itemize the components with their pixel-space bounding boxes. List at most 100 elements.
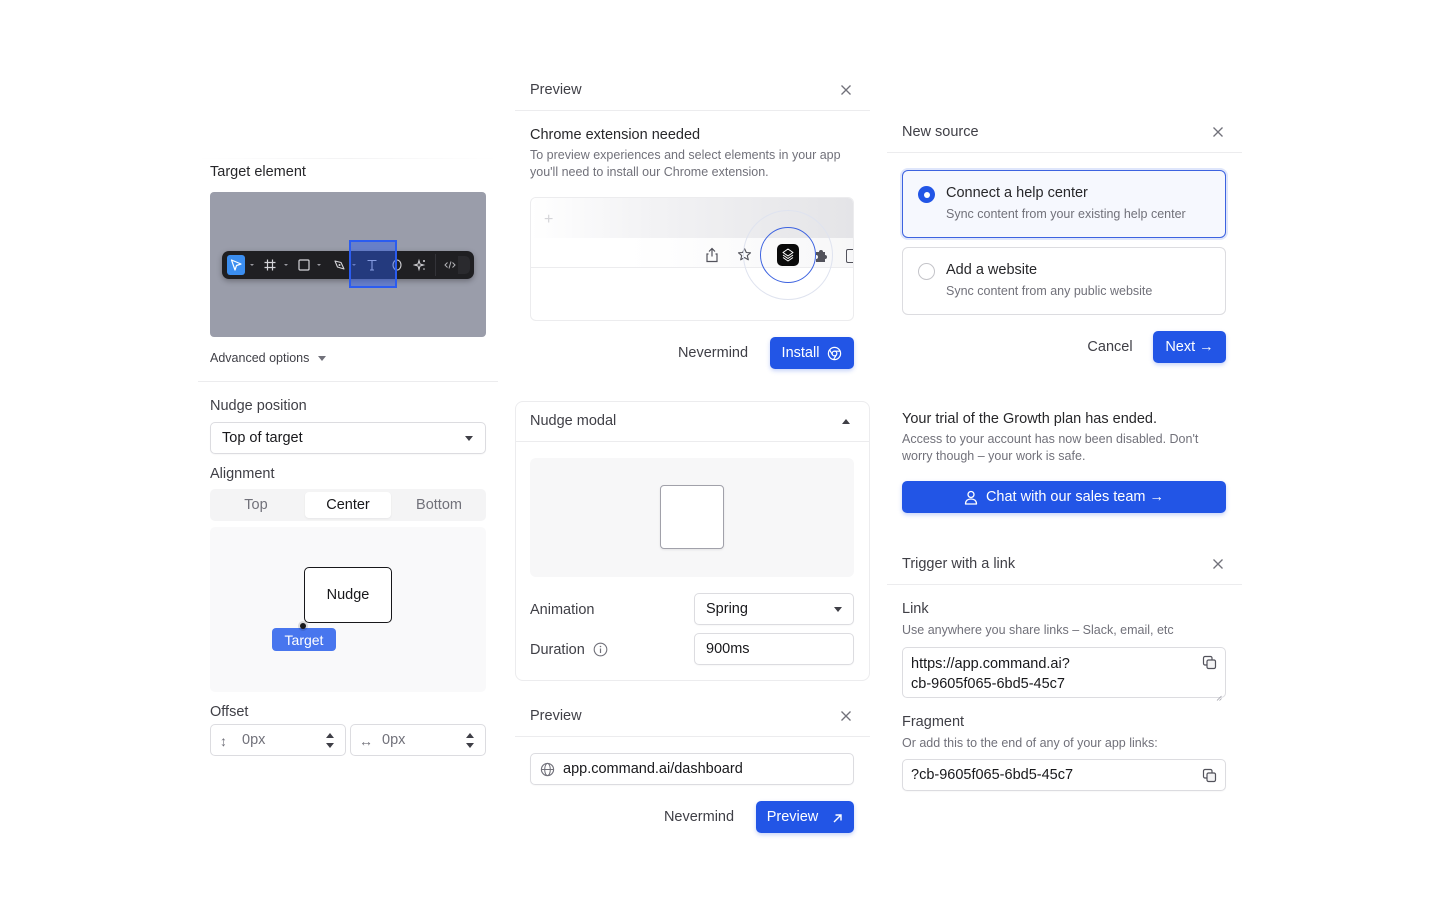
rectangle-icon	[297, 258, 311, 272]
chrome-icon	[827, 346, 842, 361]
source-option-help-center[interactable]: Connect a help center Sync content from …	[902, 170, 1226, 238]
nevermind-label: Nevermind	[663, 809, 735, 825]
source-option-title: Connect a help center	[946, 185, 1088, 201]
duration-label: Duration	[530, 642, 585, 658]
increment-icon[interactable]	[326, 733, 334, 738]
target-element-label: Target element	[210, 164, 306, 180]
trial-ended-heading: Your trial of the Growth plan has ended.	[902, 411, 1157, 427]
nudge-modal-header[interactable]: Nudge modal	[516, 402, 869, 442]
alignment-option-center[interactable]: Center	[305, 492, 391, 518]
horizontal-offset-value: 0px	[382, 732, 406, 748]
animation-label: Animation	[530, 602, 595, 618]
alignment-option-top[interactable]: Top	[213, 492, 299, 518]
link-textarea[interactable]: https://app.command.ai? cb-9605f065-6bd5…	[902, 647, 1226, 701]
vertical-offset-stepper[interactable]: ↕ 0px	[210, 724, 346, 756]
animation-value: Spring	[706, 601, 748, 617]
pointer-icon	[229, 258, 243, 272]
source-option-description: Sync content from any public website	[946, 284, 1153, 298]
command-ai-extension-icon	[777, 244, 799, 266]
url-preview-title: Preview	[530, 708, 582, 724]
modal-placeholder-box	[660, 485, 724, 549]
close-icon[interactable]	[839, 83, 853, 97]
user-icon	[964, 490, 978, 505]
url-preview-header: Preview	[515, 697, 870, 737]
radio-selected[interactable]	[918, 186, 935, 203]
chevron-up-icon[interactable]	[842, 419, 850, 424]
plus-icon: +	[544, 211, 554, 228]
link-hint: Use anywhere you share links – Slack, em…	[902, 623, 1174, 637]
target-highlight	[349, 240, 397, 288]
duration-input[interactable]: 900ms	[694, 633, 854, 665]
preview-button[interactable]: Preview	[756, 801, 854, 833]
cancel-button[interactable]: Cancel	[1078, 331, 1142, 363]
decrement-icon[interactable]	[326, 743, 334, 748]
horizontal-offset-stepper[interactable]: ↔ 0px	[350, 724, 486, 756]
advanced-options-toggle[interactable]: Advanced options	[210, 350, 327, 366]
sidebar-icon	[846, 249, 853, 263]
chrome-preview-title: Preview	[530, 82, 582, 98]
copy-icon[interactable]	[1202, 655, 1217, 670]
offset-label: Offset	[210, 704, 249, 720]
fragment-hint: Or add this to the end of any of your ap…	[902, 736, 1158, 750]
nudge-modal-title: Nudge modal	[530, 413, 617, 429]
puzzle-icon	[813, 248, 829, 264]
pen-icon	[332, 258, 346, 272]
source-option-website[interactable]: Add a website Sync content from any publ…	[902, 247, 1226, 315]
close-icon[interactable]	[1211, 125, 1225, 139]
decrement-icon[interactable]	[466, 743, 474, 748]
sparkle-icon	[413, 258, 427, 272]
divider	[198, 158, 498, 159]
alignment-option-label: Bottom	[416, 497, 462, 513]
nevermind-label: Nevermind	[677, 345, 749, 361]
dropdown-icon	[317, 264, 321, 266]
alignment-segmented-control: Top Center Bottom	[210, 489, 486, 521]
chrome-nevermind-button[interactable]: Nevermind	[668, 337, 758, 369]
dropdown-icon	[284, 264, 288, 266]
trigger-link-header: Trigger with a link	[887, 545, 1242, 585]
nudge-position-value: Top of target	[222, 430, 303, 446]
next-button[interactable]: Next →	[1153, 331, 1226, 363]
nudge-position-select[interactable]: Top of target	[210, 422, 486, 454]
chevron-down-icon	[834, 607, 842, 612]
radio-unselected[interactable]	[918, 263, 935, 280]
install-button[interactable]: Install	[770, 337, 854, 369]
link-label: Link	[902, 601, 929, 617]
chevron-down-icon	[465, 436, 473, 441]
resize-handle-icon[interactable]	[1216, 688, 1222, 701]
horizontal-arrows-icon: ↔	[359, 733, 373, 749]
url-nevermind-button[interactable]: Nevermind	[654, 801, 744, 833]
increment-icon[interactable]	[466, 733, 474, 738]
position-diagram: Nudge Target	[210, 527, 486, 692]
stepper-arrows[interactable]	[466, 732, 475, 750]
toolbar-end	[458, 256, 470, 274]
new-source-title: New source	[902, 124, 979, 140]
modal-preview-area	[530, 458, 854, 577]
preview-url-input[interactable]: app.command.ai/dashboard	[530, 753, 854, 785]
alignment-option-label: Center	[326, 497, 370, 513]
fragment-input[interactable]: ?cb-9605f065-6bd5-45c7	[902, 759, 1226, 791]
copy-icon[interactable]	[1202, 768, 1217, 783]
share-icon	[705, 247, 719, 263]
animation-select[interactable]: Spring	[694, 593, 854, 625]
vertical-offset-value: 0px	[242, 732, 266, 748]
chat-with-sales-label: Chat with our sales team →	[985, 489, 1165, 505]
new-source-header: New source	[887, 113, 1242, 153]
alignment-option-bottom[interactable]: Bottom	[396, 492, 482, 518]
trigger-link-title: Trigger with a link	[902, 556, 1016, 572]
stepper-arrows[interactable]	[326, 732, 335, 750]
next-label: Next →	[1165, 339, 1214, 355]
globe-icon	[540, 762, 555, 777]
close-icon[interactable]	[839, 709, 853, 723]
vertical-arrows-icon: ↕	[220, 733, 227, 749]
alignment-label: Alignment	[210, 466, 275, 482]
advanced-options-label: Advanced options	[210, 351, 310, 365]
nudge-modal-card: Nudge modal Animation Spring Duration 90…	[515, 401, 870, 681]
fragment-label: Fragment	[902, 714, 965, 730]
close-icon[interactable]	[1211, 557, 1225, 571]
chat-with-sales-button[interactable]: Chat with our sales team →	[902, 481, 1226, 513]
target-element-preview[interactable]	[210, 192, 486, 337]
divider	[198, 381, 498, 382]
code-icon	[443, 258, 457, 272]
info-icon[interactable]	[593, 642, 608, 657]
chrome-extension-heading: Chrome extension needed	[530, 127, 701, 143]
